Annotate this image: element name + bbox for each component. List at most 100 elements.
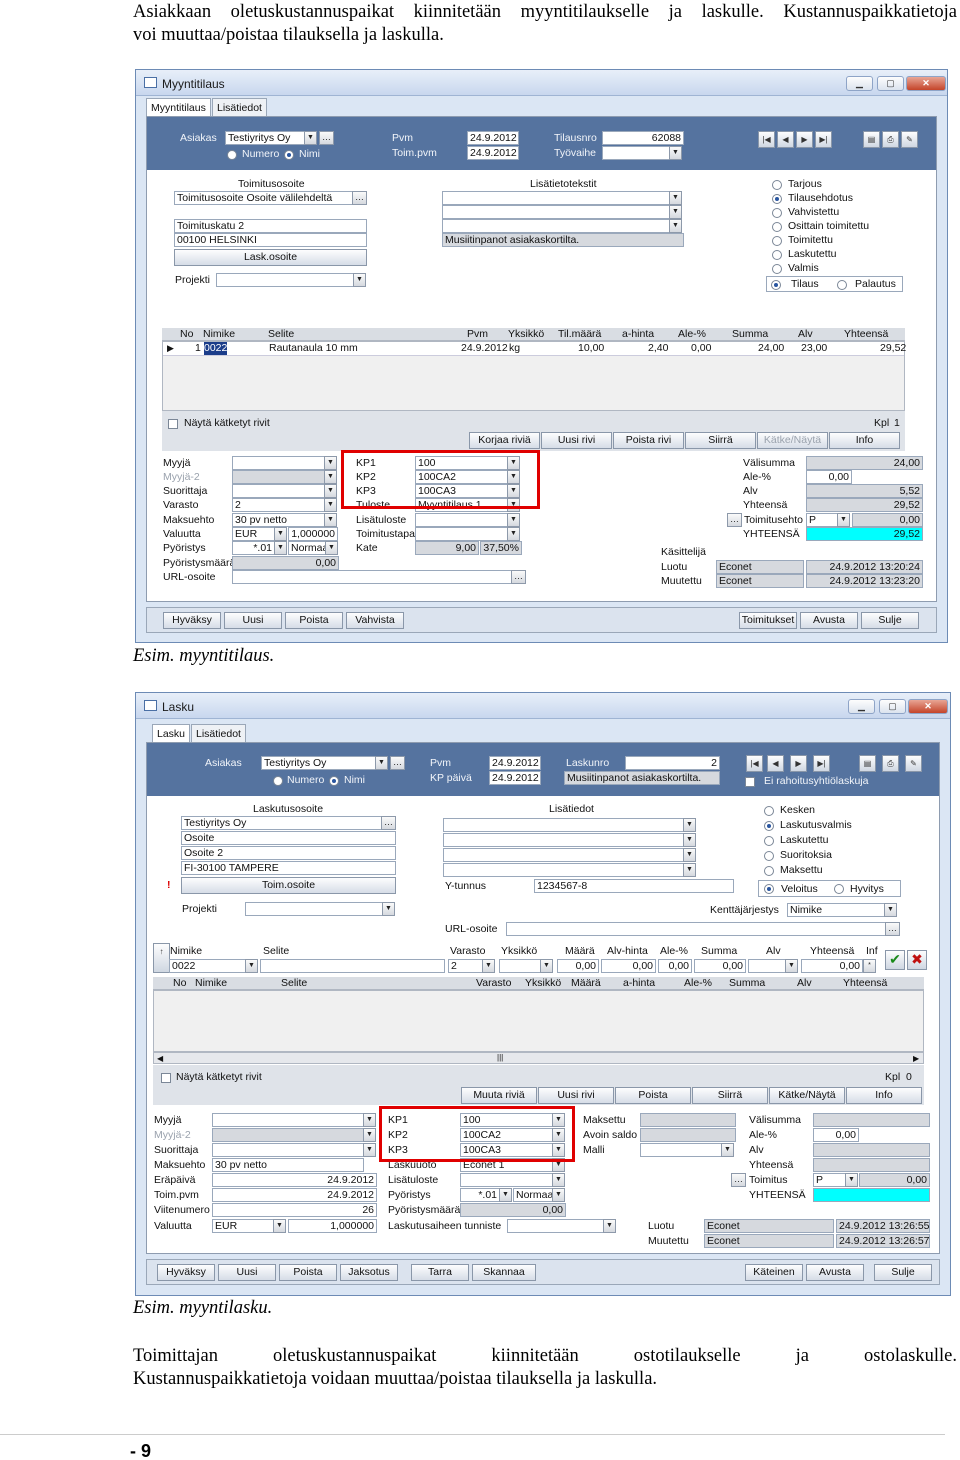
palautus-radio[interactable]	[837, 280, 847, 290]
chevron-down-icon[interactable]: ▼	[273, 1219, 286, 1233]
chevron-down-icon[interactable]: ▼	[324, 498, 337, 512]
status-radio[interactable]	[772, 194, 782, 204]
poista-rivi-button[interactable]: Poista rivi	[613, 432, 684, 449]
edit-varasto-field[interactable]: 2	[448, 959, 483, 973]
lisatuloste-field[interactable]	[415, 513, 508, 527]
kppaiva-field[interactable]: 24.9.2012	[489, 771, 541, 785]
siirra-button[interactable]: Siirrä	[692, 1087, 768, 1104]
sulje-button[interactable]: Sulje	[861, 612, 919, 629]
edit-summa-field[interactable]: 0,00	[694, 959, 746, 973]
chevron-down-icon[interactable]: ▼	[363, 1143, 376, 1157]
chevron-down-icon[interactable]: ▼	[669, 219, 682, 233]
maksuehto-field[interactable]: 30 pv netto	[212, 1158, 364, 1172]
erapaiva-field[interactable]: 24.9.2012	[212, 1173, 377, 1187]
close-icon[interactable]: ✕	[906, 76, 946, 91]
preview-icon[interactable]: ▤	[863, 131, 880, 148]
asiakas-field[interactable]: Testiyritys Oy	[225, 131, 305, 145]
laskutusaihe-field[interactable]	[507, 1219, 604, 1233]
chevron-down-icon[interactable]: ▼	[324, 513, 337, 527]
vahvista-button[interactable]: Vahvista	[346, 612, 404, 629]
poista-button[interactable]: Poista	[279, 1264, 337, 1281]
suorittaja-field[interactable]	[212, 1143, 364, 1157]
numero-radio[interactable]	[273, 776, 283, 786]
prev-record-icon[interactable]: ◀	[767, 755, 784, 772]
toimitusosoite-field[interactable]: Toimitusosoite Osoite välilehdeltä	[174, 191, 353, 205]
lookup-icon[interactable]: …	[381, 816, 396, 830]
next-record-icon[interactable]: ▶	[790, 755, 807, 772]
chevron-down-icon[interactable]: ▼	[721, 1143, 734, 1157]
status-radio[interactable]	[772, 236, 782, 246]
sulje-button[interactable]: Sulje	[874, 1264, 932, 1281]
nayta-checkbox[interactable]	[168, 419, 178, 429]
print-icon[interactable]: ⎙	[882, 755, 899, 772]
toimitusosoite-line3[interactable]: 00100 HELSINKI	[174, 233, 367, 247]
asterisk-icon[interactable]: *	[863, 959, 876, 973]
tarra-button[interactable]: Tarra	[411, 1264, 469, 1281]
asiakas-field[interactable]: Testiyritys Oy	[261, 756, 376, 770]
edit-yksikko-field[interactable]	[499, 959, 541, 973]
kateinen-button[interactable]: Käteinen	[745, 1264, 803, 1281]
first-record-icon[interactable]: |◀	[746, 755, 763, 772]
poista-button[interactable]: Poista	[615, 1087, 691, 1104]
lisatieto-field-3[interactable]	[442, 219, 671, 233]
valuutta-field[interactable]: EUR	[212, 1219, 274, 1233]
chevron-down-icon[interactable]: ▼	[274, 541, 287, 555]
maksuehto-field[interactable]: 30 pv netto	[232, 513, 325, 527]
chevron-down-icon[interactable]: ▼	[603, 1219, 616, 1233]
viitenumero-field[interactable]: 26	[212, 1203, 377, 1217]
status-radio[interactable]	[772, 222, 782, 232]
tab-lisatiedot[interactable]: Lisätiedot	[212, 98, 267, 116]
projekti-field[interactable]	[216, 273, 354, 287]
tilausnro-field[interactable]: 62088	[602, 131, 684, 145]
edit-selite-field[interactable]	[260, 959, 445, 973]
skannaa-button[interactable]: Skannaa	[472, 1264, 536, 1281]
lookup-icon[interactable]: …	[319, 131, 334, 145]
chevron-down-icon[interactable]: ▼	[540, 959, 553, 973]
poista-button[interactable]: Poista	[285, 612, 343, 629]
chevron-down-icon[interactable]: ▼	[669, 205, 682, 219]
laskutusosoite-line3[interactable]: Osoite 2	[181, 846, 396, 860]
valuutta-field[interactable]: EUR	[232, 527, 275, 541]
chevron-down-icon[interactable]: ▼	[683, 833, 696, 847]
maximize-icon[interactable]: ▢	[877, 76, 904, 91]
first-record-icon[interactable]: |◀	[758, 131, 775, 148]
kurssi-field[interactable]: 1,000000	[288, 1219, 377, 1233]
toimpvm-field[interactable]: 24.9.2012	[212, 1188, 377, 1202]
status-radio[interactable]	[764, 851, 774, 861]
lookup-icon[interactable]: …	[727, 513, 742, 527]
maximize-icon[interactable]: ▢	[879, 699, 906, 714]
pyoristystapa-field[interactable]: Normaa	[513, 1188, 553, 1202]
status-radio[interactable]	[764, 806, 774, 816]
uusi-button[interactable]: Uusi	[224, 612, 282, 629]
toimitusosoite-line2[interactable]: Toimituskatu 2	[174, 219, 367, 233]
ale-field[interactable]: 0,00	[813, 1128, 859, 1142]
chevron-down-icon[interactable]: ▼	[552, 1188, 565, 1202]
chevron-down-icon[interactable]: ▼	[552, 1173, 565, 1187]
toimpvm-field[interactable]: 24.9.2012	[467, 146, 519, 160]
lookup-icon[interactable]: …	[511, 570, 526, 584]
minimize-icon[interactable]: ▁	[848, 699, 875, 714]
info-button[interactable]: Info	[829, 432, 900, 449]
malli-field[interactable]	[640, 1143, 722, 1157]
horizontal-scrollbar[interactable]: ◀ ||| ▶	[153, 1052, 924, 1064]
numero-radio[interactable]	[227, 150, 237, 160]
ale-field[interactable]: 0,00	[806, 470, 852, 484]
nayta-checkbox[interactable]	[161, 1073, 171, 1083]
toimitusehto-field[interactable]: P	[806, 513, 839, 527]
edit-maara-field[interactable]: 0,00	[557, 959, 599, 973]
chevron-down-icon[interactable]: ▼	[683, 848, 696, 862]
accept-check-icon[interactable]: ✔	[885, 950, 905, 970]
veloitus-radio[interactable]	[764, 884, 774, 894]
tools-icon[interactable]: ✎	[901, 131, 918, 148]
cancel-x-icon[interactable]: ✖	[907, 950, 927, 970]
myyja-field[interactable]	[212, 1113, 364, 1127]
chevron-down-icon[interactable]: ▼	[482, 959, 495, 973]
siirra-button[interactable]: Siirrä	[685, 432, 756, 449]
prev-record-icon[interactable]: ◀	[777, 131, 794, 148]
tab-lisatiedot[interactable]: Lisätiedot	[191, 724, 246, 742]
kenttajarjestys-field[interactable]: Nimike	[787, 903, 885, 917]
chevron-down-icon[interactable]: ▼	[683, 818, 696, 832]
close-icon[interactable]: ✕	[908, 699, 948, 714]
lisatieto-field-1[interactable]	[442, 191, 671, 205]
korjaa-rivia-button[interactable]: Korjaa riviä	[469, 432, 540, 449]
